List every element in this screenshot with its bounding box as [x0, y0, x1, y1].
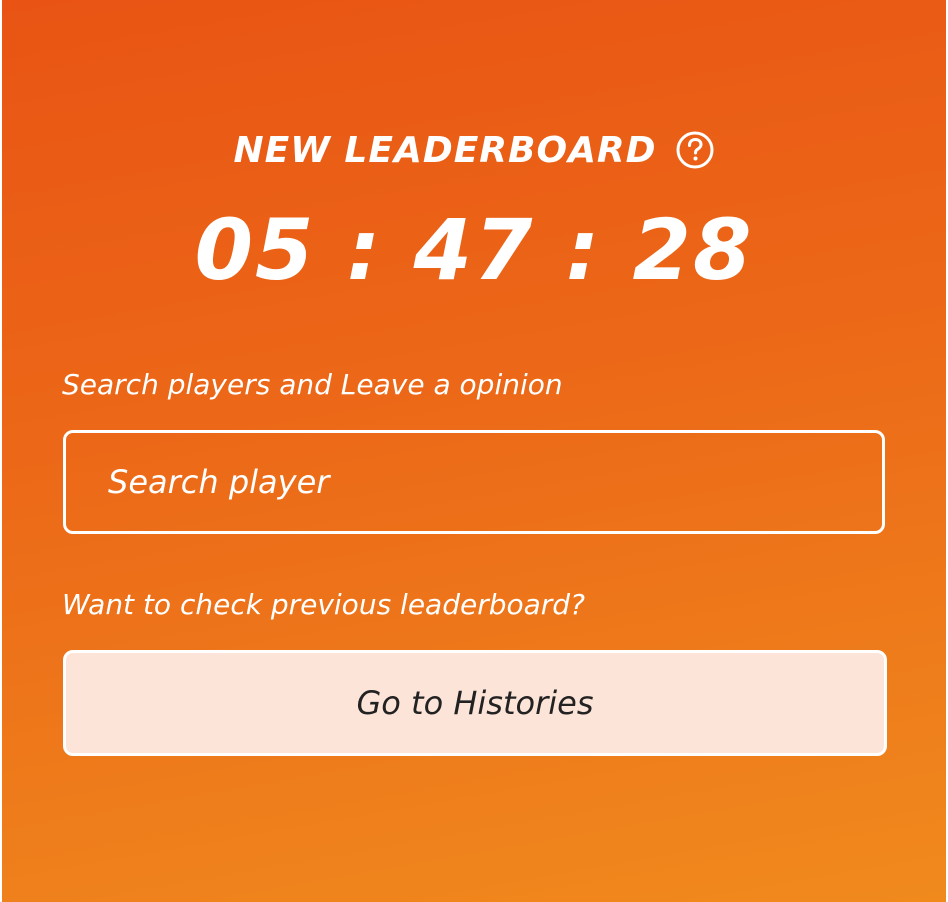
search-input[interactable] [108, 463, 882, 501]
title-row: NEW LEADERBOARD [2, 120, 946, 180]
search-label: Search players and Leave a opinion [62, 368, 563, 401]
question-circle-icon[interactable] [675, 130, 715, 170]
search-box[interactable] [63, 430, 885, 534]
history-label: Want to check previous leaderboard? [62, 588, 585, 621]
page-title: NEW LEADERBOARD [233, 129, 657, 171]
leaderboard-panel: NEW LEADERBOARD 05 : 47 : 28 Search play… [2, 0, 946, 902]
countdown-timer: 05 : 47 : 28 [194, 201, 754, 299]
go-to-histories-button[interactable]: Go to Histories [63, 650, 887, 756]
